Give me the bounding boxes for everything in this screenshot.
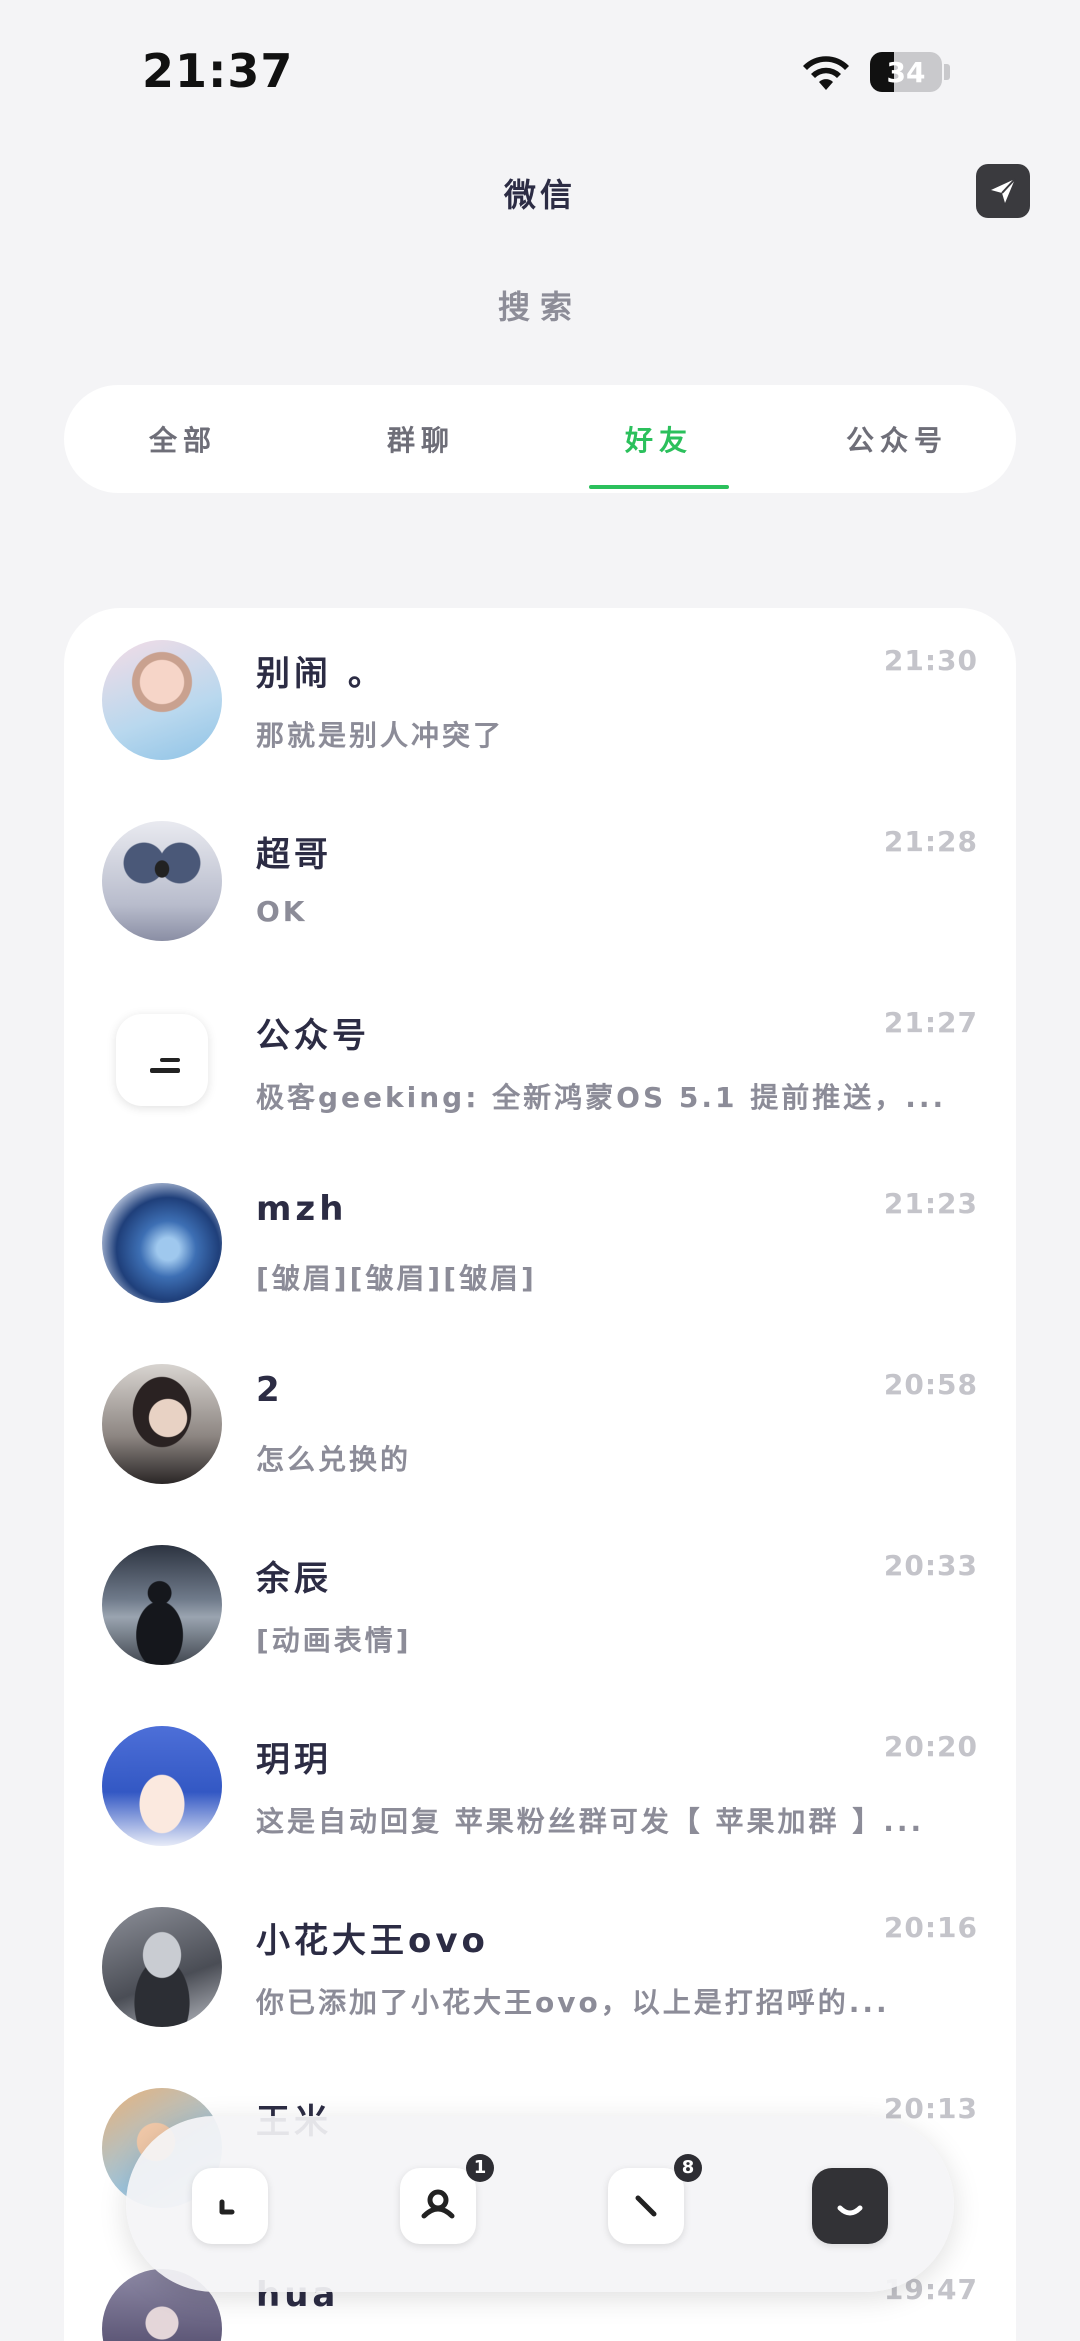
chat-last-message: 极客geeking: 全新鸿蒙OS 5.1 提前推送，...	[256, 1081, 947, 1114]
chat-last-message: [皱眉][皱眉][皱眉]	[256, 1262, 537, 1295]
me-icon	[837, 2205, 863, 2216]
chat-row[interactable]: 玥玥 这是自动回复 苹果粉丝群可发【 苹果加群 】... 20:20	[64, 1694, 1016, 1875]
avatar	[102, 1907, 222, 2027]
chat-name: mzh	[256, 1189, 348, 1229]
chat-name: 玥玥	[256, 1740, 332, 1780]
chat-last-message: 你已添加了小花大王ovo，以上是打招呼的...	[256, 1986, 890, 2019]
chat-name: 小花大王ovo	[256, 1921, 489, 1961]
avatar	[102, 1545, 222, 1665]
chat-last-message: 那就是别人冲突了	[256, 719, 505, 752]
chat-time: 20:16	[883, 1911, 978, 1944]
status-time: 21:37	[142, 44, 294, 98]
send-button[interactable]	[976, 164, 1030, 218]
chat-row[interactable]: mzh [皱眉][皱眉][皱眉] 21:23	[64, 1151, 1016, 1332]
filter-tabs: 全部 群聊 好友 公众号	[64, 385, 1016, 493]
page-title: 微信	[503, 176, 576, 214]
send-icon	[991, 178, 1016, 203]
contacts-icon	[421, 2189, 455, 2219]
chat-name: 2	[256, 1370, 284, 1410]
chat-name: 公众号	[256, 1016, 370, 1056]
contacts-badge: 1	[466, 2154, 494, 2182]
nav-chats-button[interactable]	[192, 2168, 268, 2244]
chat-name: 超哥	[256, 835, 332, 875]
chat-row[interactable]: 2 怎么兑换的 20:58	[64, 1332, 1016, 1513]
chat-time: 21:28	[883, 825, 978, 858]
search-input[interactable]: 搜索	[0, 282, 1080, 328]
battery-tip	[944, 64, 950, 80]
chat-row[interactable]: 超哥 OK 21:28	[64, 789, 1016, 970]
tab-official-accounts[interactable]: 公众号	[778, 385, 1016, 493]
chat-last-message: OK	[256, 895, 308, 928]
tab-all[interactable]: 全部	[64, 385, 302, 493]
avatar	[102, 1726, 222, 1846]
chat-last-message: 这是自动回复 苹果粉丝群可发【 苹果加群 】...	[256, 1805, 925, 1838]
chat-time: 20:13	[883, 2092, 978, 2125]
bottom-nav: 1 8	[126, 2116, 954, 2292]
avatar	[102, 1183, 222, 1303]
chat-time: 20:20	[883, 1730, 978, 1763]
chat-last-message: 怎么兑换的	[256, 1443, 412, 1476]
chat-name: 别闹 。	[256, 654, 386, 694]
tab-groups[interactable]: 群聊	[302, 385, 540, 493]
discover-icon	[635, 2195, 657, 2217]
status-bar: 21:37 34	[0, 0, 1080, 140]
chat-row[interactable]: 小花大王ovo 你已添加了小花大王ovo，以上是打招呼的... 20:16	[64, 1875, 1016, 2056]
battery-percentage: 34	[886, 56, 926, 89]
nav-contacts-button[interactable]: 1	[400, 2154, 494, 2244]
chat-time: 20:58	[883, 1368, 978, 1401]
chat-time: 21:27	[883, 1006, 978, 1039]
avatar	[102, 640, 222, 760]
chat-name: 余辰	[256, 1559, 332, 1599]
battery-icon: 34	[870, 52, 942, 92]
chat-last-message: [动画表情]	[256, 1624, 412, 1657]
wifi-icon	[803, 56, 849, 90]
discover-badge: 8	[674, 2154, 702, 2182]
chat-icon	[219, 2199, 235, 2215]
chat-time: 20:33	[883, 1549, 978, 1582]
chat-row[interactable]: 别闹 。 那就是别人冲突了 21:30	[64, 608, 1016, 789]
official-account-icon	[116, 1014, 208, 1106]
chat-time: 21:23	[883, 1187, 978, 1220]
chat-time: 21:30	[883, 644, 978, 677]
avatar	[102, 1364, 222, 1484]
nav-me-button[interactable]	[812, 2168, 888, 2244]
chat-list: 别闹 。 那就是别人冲突了 21:30 超哥 OK 21:28 公众号 极客ge…	[64, 608, 1016, 2341]
tab-friends[interactable]: 好友	[540, 385, 778, 493]
chat-row[interactable]: 余辰 [动画表情] 20:33	[64, 1513, 1016, 1694]
chat-row[interactable]: 公众号 极客geeking: 全新鸿蒙OS 5.1 提前推送，... 21:27	[64, 970, 1016, 1151]
nav-discover-button[interactable]: 8	[608, 2154, 702, 2244]
avatar	[102, 821, 222, 941]
